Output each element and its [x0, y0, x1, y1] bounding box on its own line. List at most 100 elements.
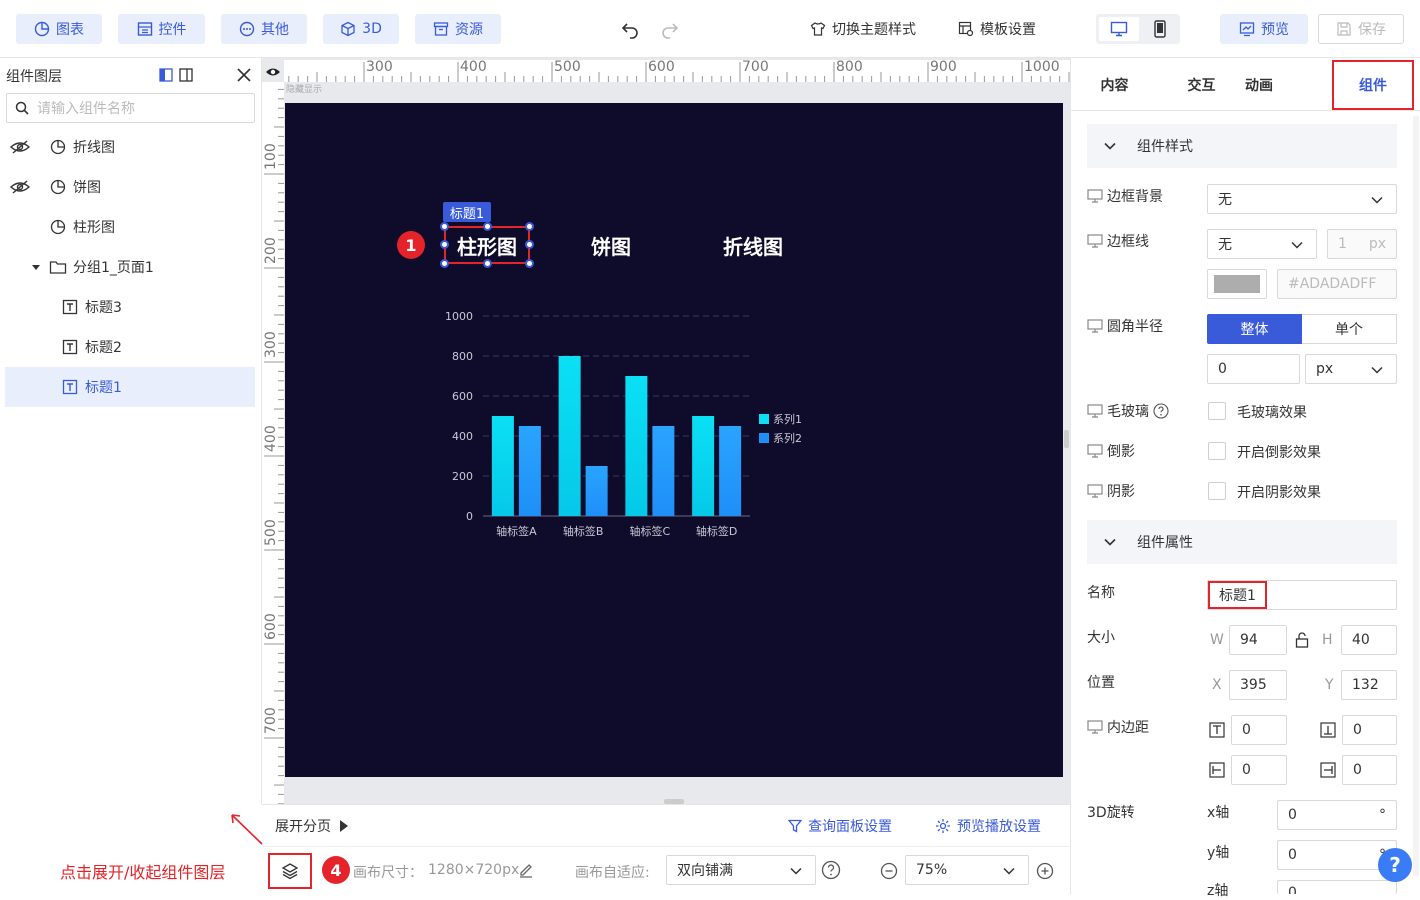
resource-menu-button[interactable]: 资源	[415, 14, 501, 44]
padding-right-input[interactable]: 0	[1342, 755, 1397, 785]
help-float-button[interactable]: ?	[1378, 848, 1412, 882]
mobile-view-button[interactable]	[1144, 17, 1176, 41]
title-bar-chart[interactable]: 柱形图	[444, 228, 530, 262]
border-width-input[interactable]: 1 px	[1327, 229, 1397, 259]
adapt-select[interactable]: 双向铺满	[666, 855, 816, 885]
padding-left-input[interactable]: 0	[1231, 755, 1287, 785]
rotate-x-input[interactable]: 0 °	[1277, 800, 1397, 830]
template-settings-button[interactable]: 模板设置	[958, 14, 1036, 44]
layer-item-title3[interactable]: 标题3	[0, 287, 255, 327]
ruler-eye-icon[interactable]	[265, 66, 281, 78]
undo-icon[interactable]	[620, 19, 640, 39]
caret-down-icon[interactable]	[31, 262, 41, 272]
chart-menu-button[interactable]: 图表	[16, 14, 102, 44]
expand-pages-button[interactable]: 展开分页	[275, 816, 349, 836]
x-input[interactable]: 395	[1229, 670, 1287, 700]
shadow-checkbox[interactable]	[1208, 482, 1226, 500]
resize-handle[interactable]	[483, 222, 492, 231]
border-bg-select[interactable]: 无	[1207, 184, 1397, 214]
control-menu-button[interactable]: 控件	[118, 14, 205, 44]
radius-single-button[interactable]: 单个	[1302, 314, 1397, 344]
resize-handle[interactable]	[483, 259, 492, 268]
zoom-select[interactable]: 75%	[905, 855, 1029, 885]
border-color-swatch[interactable]	[1207, 269, 1267, 299]
section-component-style[interactable]: 组件样式	[1087, 124, 1397, 168]
layer-item-title1[interactable]: 标题1	[5, 367, 255, 407]
tab-animation[interactable]: 动画	[1245, 60, 1305, 110]
radius-whole-button[interactable]: 整体	[1207, 314, 1302, 344]
legend-label: 系列1	[773, 412, 802, 426]
chevron-down-icon	[1371, 196, 1383, 204]
title-pie-chart[interactable]: 饼图	[581, 228, 641, 262]
reflection-checkbox[interactable]	[1208, 442, 1226, 460]
resize-handle[interactable]	[440, 222, 449, 231]
lock-open-icon[interactable]	[1295, 632, 1309, 648]
resize-handle[interactable]	[525, 259, 534, 268]
preview-play-label: 预览播放设置	[957, 819, 1041, 835]
close-icon[interactable]	[237, 68, 251, 82]
monitor-icon	[1087, 444, 1103, 458]
chart-layer-icon	[50, 219, 66, 235]
padding-top-input[interactable]: 0	[1231, 715, 1287, 745]
padding-bottom-input[interactable]: 0	[1342, 715, 1397, 745]
redo-icon[interactable]	[660, 19, 680, 39]
panel-scrollbar[interactable]	[1413, 116, 1419, 876]
layer-item-line-chart[interactable]: 折线图	[0, 127, 255, 167]
layout-right-icon[interactable]	[179, 68, 193, 82]
help-circle-icon[interactable]	[1153, 403, 1169, 419]
ruler-label: 400	[263, 425, 279, 452]
rotate-z-input[interactable]: 0	[1277, 880, 1397, 894]
zoom-in-icon[interactable]	[1036, 862, 1054, 880]
monitor-icon	[1087, 234, 1103, 248]
height-input[interactable]: 40	[1341, 625, 1397, 655]
help-circle-icon[interactable]	[821, 860, 841, 880]
layout-left-icon[interactable]	[159, 68, 173, 82]
toggle-layers-button[interactable]	[268, 853, 312, 889]
layer-item-title2[interactable]: 标题2	[0, 327, 255, 367]
ruler-label: 300	[366, 60, 393, 75]
query-panel-settings-button[interactable]: 查询面板设置	[788, 816, 892, 836]
preview-play-settings-button[interactable]: 预览播放设置	[935, 816, 1041, 836]
tab-component[interactable]: 组件	[1332, 60, 1414, 110]
layer-item-bar-chart[interactable]: 柱形图	[0, 207, 255, 247]
width-input[interactable]: 94	[1229, 625, 1287, 655]
section-component-props[interactable]: 组件属性	[1087, 520, 1397, 564]
radius-value-input[interactable]: 0	[1207, 354, 1300, 384]
preview-button[interactable]: 预览	[1220, 14, 1308, 44]
radius-unit-select[interactable]: px	[1305, 354, 1397, 384]
legend-swatch	[759, 414, 769, 424]
eye-off-icon[interactable]	[10, 179, 30, 195]
border-color-input[interactable]: #ADADADFF	[1277, 269, 1397, 299]
preview-label: 预览	[1261, 22, 1289, 38]
layer-item-pie-chart[interactable]: 饼图	[0, 167, 255, 207]
resize-handle[interactable]	[440, 240, 449, 249]
resource-menu-label: 资源	[455, 22, 483, 38]
layer-search-field[interactable]: 请输入组件名称	[6, 93, 255, 123]
title-line-chart[interactable]: 折线图	[713, 228, 793, 262]
y-tick-label: 400	[452, 430, 473, 443]
chevron-down-icon	[1104, 142, 1116, 150]
y-input[interactable]: 132	[1341, 670, 1397, 700]
resize-handle[interactable]	[525, 240, 534, 249]
archive-icon	[433, 22, 449, 36]
zoom-out-icon[interactable]	[880, 862, 898, 880]
panel-resize-handle[interactable]	[1064, 430, 1069, 448]
desktop-view-button[interactable]	[1099, 17, 1139, 41]
layer-item-group[interactable]: 分组1_页面1	[0, 247, 255, 287]
eye-off-icon[interactable]	[10, 139, 30, 155]
device-switch	[1096, 14, 1180, 44]
save-button[interactable]: 保存	[1318, 14, 1404, 44]
glass-checkbox[interactable]	[1208, 402, 1226, 420]
resize-handle[interactable]	[440, 259, 449, 268]
bar-chart[interactable]: 0 200 400 600 800 1000 轴标签A 轴标签B 轴标签C 轴标签D 系列1 系列2	[435, 303, 815, 553]
edit-icon[interactable]	[518, 862, 534, 878]
tab-content[interactable]: 内容	[1071, 60, 1158, 110]
switch-theme-button[interactable]: 切换主题样式	[810, 14, 916, 44]
tab-interaction[interactable]: 交互	[1158, 60, 1245, 110]
threed-menu-button[interactable]: 3D	[323, 14, 399, 44]
ruler-label: 500	[554, 60, 581, 75]
resize-handle[interactable]	[525, 222, 534, 231]
other-menu-button[interactable]: 其他	[221, 14, 307, 44]
border-line-select[interactable]: 无	[1207, 229, 1317, 259]
name-input[interactable]: 标题1	[1207, 580, 1397, 610]
